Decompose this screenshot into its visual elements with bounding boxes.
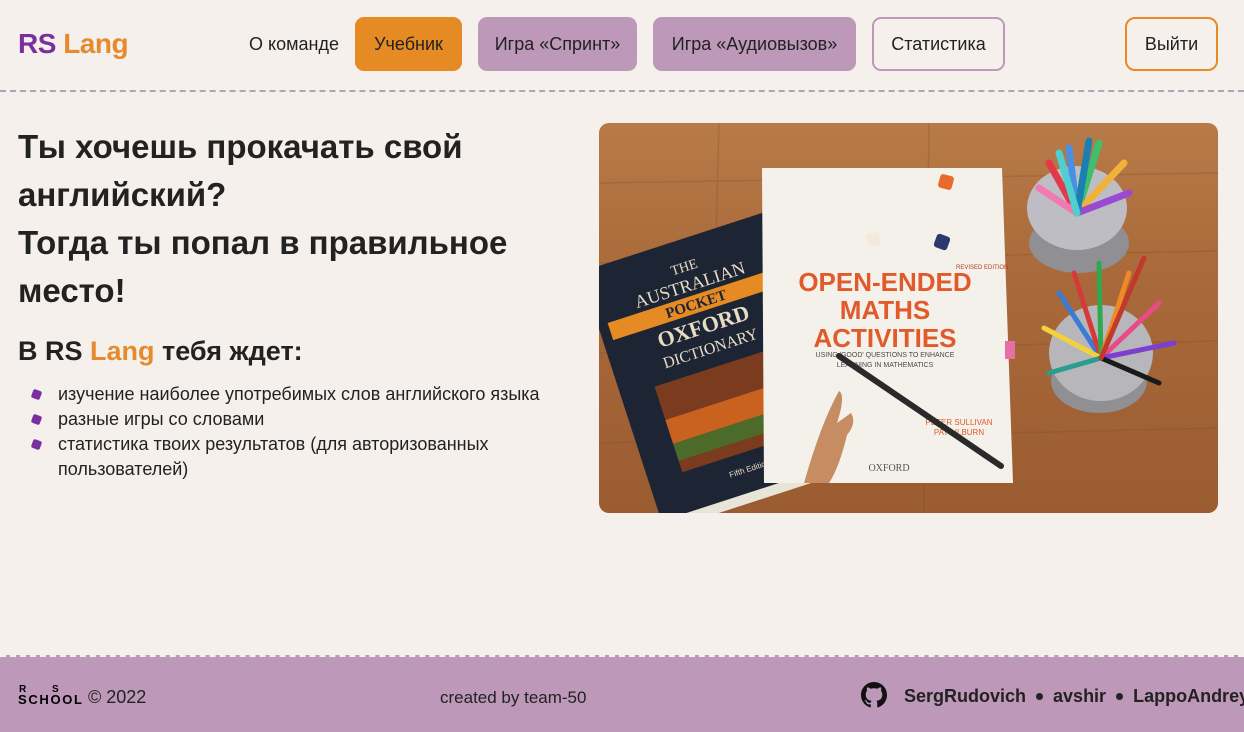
- nav-sprint-game[interactable]: Игра «Спринт»: [478, 17, 637, 71]
- separator-dot: [1036, 693, 1044, 700]
- rs-school-logo[interactable]: R S SCHOOL: [18, 682, 84, 706]
- nav-textbook[interactable]: Учебник: [355, 17, 462, 71]
- hero-title: Ты хочешь прокачать свой английский? Тог…: [18, 123, 578, 315]
- features-list: изучение наиболее употребимых слов англи…: [30, 382, 570, 482]
- bullet-icon: [30, 413, 43, 426]
- feature-text: статистика твоих результатов (для автори…: [58, 434, 489, 479]
- author-link-lappoandrey[interactable]: LappoAndrey: [1133, 686, 1244, 707]
- bullet-icon: [30, 438, 43, 451]
- features-heading: В RS Lang тебя ждет:: [18, 336, 303, 367]
- features-heading-lang: Lang: [90, 336, 155, 366]
- pencil-cup: [1041, 255, 1177, 413]
- features-heading-suffix: тебя ждет:: [162, 336, 303, 366]
- logo-rs: RS: [18, 28, 56, 59]
- bullet-icon: [30, 388, 43, 401]
- logo-lang: Lang: [63, 28, 129, 59]
- maths-book-publisher: OXFORD: [868, 463, 909, 474]
- maths-book-line1: OPEN-ENDED: [798, 267, 971, 297]
- author-link-avshir[interactable]: avshir: [1053, 686, 1106, 707]
- features-heading-prefix: В RS: [18, 336, 83, 366]
- hero-image: THE AUSTRALIAN POCKET OXFORD DICTIONARY …: [599, 123, 1218, 513]
- feature-text: разные игры со словами: [58, 409, 265, 429]
- separator-dot: [1116, 693, 1124, 700]
- copyright: © 2022: [88, 687, 147, 707]
- logout-button[interactable]: Выйти: [1125, 17, 1218, 71]
- created-by: created by team-50: [440, 688, 587, 707]
- rs-school-word: SCHOOL: [18, 692, 82, 706]
- footer: R S SCHOOL © 2022 created by team-50 Ser…: [0, 655, 1244, 732]
- maths-book: REVISED EDITION OPEN-ENDED MATHS ACTIVIT…: [762, 168, 1015, 483]
- books-illustration: THE AUSTRALIAN POCKET OXFORD DICTIONARY …: [599, 123, 1218, 513]
- authors-list: SergRudovich avshir LappoAndrey: [904, 686, 1244, 707]
- maths-book-line3: ACTIVITIES: [813, 323, 956, 353]
- list-item: статистика твоих результатов (для автори…: [30, 432, 570, 482]
- list-item: изучение наиболее употребимых слов англи…: [30, 382, 570, 407]
- nav-about[interactable]: О команде: [238, 17, 350, 71]
- dice: [866, 232, 881, 247]
- maths-book-line2: MATHS: [840, 295, 931, 325]
- pen-cup: [1027, 137, 1133, 273]
- list-item: разные игры со словами: [30, 407, 570, 432]
- github-icon[interactable]: [861, 682, 887, 708]
- author-link-sergrudovich[interactable]: SergRudovich: [904, 686, 1026, 707]
- hero-title-line1: Ты хочешь прокачать свой английский?: [18, 128, 463, 213]
- nav-statistics[interactable]: Статистика: [872, 17, 1005, 71]
- header: RS Lang О команде Учебник Игра «Спринт» …: [0, 0, 1244, 92]
- hero-title-line2: Тогда ты попал в правильное место!: [18, 224, 508, 309]
- feature-text: изучение наиболее употребимых слов англи…: [58, 384, 540, 404]
- logo[interactable]: RS Lang: [18, 28, 129, 60]
- nav-audiocall-game[interactable]: Игра «Аудиовызов»: [653, 17, 856, 71]
